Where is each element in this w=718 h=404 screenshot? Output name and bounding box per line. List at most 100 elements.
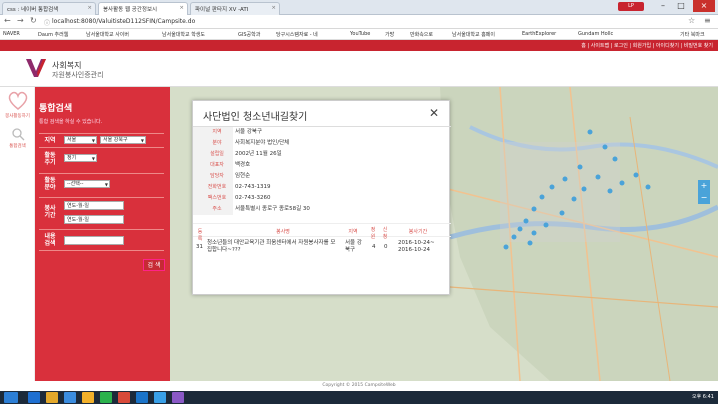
tab-volunteer-gis[interactable]: 봉사활동 웹 공간정보시 × xyxy=(98,2,188,15)
bookmark-item[interactable]: 남서울대학교 학생도 xyxy=(162,31,205,38)
bookmark-item[interactable]: NAVER xyxy=(3,31,20,37)
info-key: 설립일 xyxy=(210,151,224,157)
bookmark-item[interactable]: GIS공학과 xyxy=(238,31,260,38)
bookmark-item[interactable]: Gundam Hollc xyxy=(578,31,613,37)
date-end-input[interactable]: 연도-월-일 xyxy=(64,215,124,224)
bookmark-item[interactable]: 만화속으로 xyxy=(410,31,433,38)
forward-icon[interactable]: → xyxy=(17,16,24,25)
info-row-phone: 전화번호 02-743-1319 xyxy=(193,182,451,193)
close-tab-icon[interactable]: × xyxy=(271,5,276,11)
menu-icon[interactable]: ≡ xyxy=(704,16,711,25)
back-icon[interactable]: ← xyxy=(4,16,11,25)
info-row-fax: 팩스번호 02-743-3260 xyxy=(193,193,451,204)
taskbar-app-icon[interactable] xyxy=(154,392,166,403)
info-row-representative: 대표자 백경호 xyxy=(193,160,451,171)
site-logo[interactable] xyxy=(25,57,47,79)
taskbar-app-icon[interactable] xyxy=(64,392,76,403)
info-value: 2002년 11월 26일 xyxy=(235,151,282,157)
content-label: 내용 검색 xyxy=(44,233,56,247)
tab-label: 파이널 판타지 XV -ATI xyxy=(195,7,249,13)
tab-label: 봉사활동 웹 공간정보시 xyxy=(103,7,158,13)
info-key: 대표자 xyxy=(210,162,224,168)
tab-naver-search[interactable]: css : 네이버 통합검색 × xyxy=(2,2,96,15)
bookmark-item[interactable]: 기타 북마크 xyxy=(680,31,705,38)
rail-item-volunteer[interactable]: 봉사활동하기 xyxy=(2,91,33,119)
row-region: 서울 강북구 xyxy=(345,240,362,253)
bookmark-item[interactable]: YouTube xyxy=(350,31,370,37)
chevron-down-icon: ▼ xyxy=(140,138,144,143)
cycle-select[interactable]: 정기 ▼ xyxy=(64,154,97,162)
info-row-address: 주소 서울특별시 종로구 종로58길 30 xyxy=(193,204,451,215)
address-bar: ← → ↻ ⓘ localhost:8080/ValuitisteD112SFI… xyxy=(0,15,718,29)
field-label: 활동 분야 xyxy=(44,177,56,191)
windows-start-icon[interactable] xyxy=(4,392,18,403)
minimize-icon[interactable]: – xyxy=(654,0,672,12)
content-search-input[interactable] xyxy=(64,236,124,245)
info-value: 사회복지분야 법인/단체 xyxy=(235,140,290,146)
select-value: --선택-- xyxy=(67,181,84,187)
url-input[interactable]: localhost:8080/ValuitisteD112SFIN/Campsi… xyxy=(52,17,612,27)
map-zoom-control[interactable]: + − xyxy=(698,180,710,204)
region-district-select[interactable]: 서울 강북구 ▼ xyxy=(100,136,146,144)
site-footer: Copyright © 2015 CampsiteWeb xyxy=(0,381,718,391)
taskbar-clock[interactable]: 오후 6:41 xyxy=(692,393,714,400)
page-info-icon[interactable]: ⓘ xyxy=(44,18,50,27)
close-tab-icon[interactable]: × xyxy=(87,5,92,11)
taskbar-app-icon[interactable] xyxy=(28,392,40,403)
profile-badge[interactable]: LP xyxy=(618,2,644,11)
taskbar-app-icon[interactable] xyxy=(46,392,58,403)
chevron-down-icon: ▼ xyxy=(91,156,95,161)
bookmark-item[interactable]: Daum 추러웹 xyxy=(38,31,68,38)
select-value: 서울 강북구 xyxy=(103,137,128,143)
browser-titlebar: css : 네이버 통합검색 × 봉사활동 웹 공간정보시 × 파이널 판타지 … xyxy=(0,0,718,15)
close-tab-icon[interactable]: × xyxy=(179,5,184,11)
select-value: 서울 xyxy=(67,137,77,143)
site-header: 사회복지 자원봉사인증관리 xyxy=(0,51,718,87)
date-start-input[interactable]: 연도-월-일 xyxy=(64,201,124,210)
col-header: 봉사기간 xyxy=(408,229,428,235)
info-row-field: 분야 사회복지분야 법인/단체 xyxy=(193,138,451,149)
bookmarks-bar: NAVER Daum 추러웹 남서울대학교 사이버 남서울대학교 학생도 GIS… xyxy=(0,29,718,40)
bookmark-item[interactable]: EarthExplorer xyxy=(522,31,556,37)
region-city-select[interactable]: 서울 ▼ xyxy=(64,136,97,144)
info-value: 02-743-1319 xyxy=(235,184,271,190)
heart-icon xyxy=(8,91,27,110)
search-panel: 통합검색 통합 검색을 하실 수 있습니다. 지역 서울 ▼ 서울 강북구 ▼ 활동… xyxy=(35,87,170,381)
row-capacity: 4 xyxy=(372,244,376,250)
close-icon[interactable]: ✕ xyxy=(429,106,439,120)
table-row[interactable]: 31 청소년들의 대안교육기관 희움센터에서 자원봉사자를 모집합니다~??? … xyxy=(193,238,451,260)
row-number: 31 xyxy=(196,244,203,250)
reload-icon[interactable]: ↻ xyxy=(30,16,37,25)
taskbar-app-icon[interactable] xyxy=(136,392,148,403)
tab-final-fantasy[interactable]: 파이널 판타지 XV -ATI × xyxy=(190,2,280,15)
close-window-icon[interactable]: × xyxy=(693,0,715,12)
row-activity-name[interactable]: 청소년들의 대안교육기관 희움센터에서 자원봉사자를 모집합니다~??? xyxy=(207,240,337,254)
bookmark-item[interactable]: 가방 xyxy=(385,31,394,38)
modal-title: 사단법인 청소년내길찾기 xyxy=(203,112,308,123)
taskbar-app-icon[interactable] xyxy=(118,392,130,403)
rail-item-label: 통합검색 xyxy=(9,144,26,149)
maximize-icon[interactable]: □ xyxy=(672,0,690,12)
taskbar-app-icon[interactable] xyxy=(172,392,184,403)
search-button[interactable]: 검 색 xyxy=(143,259,165,271)
form-row-content: 내용 검색 xyxy=(39,229,164,251)
info-row-contact-person: 담당자 임현순 xyxy=(193,171,451,182)
bookmark-item[interactable]: 당구시스템자료 - 네 xyxy=(276,31,318,38)
info-key: 주소 xyxy=(212,206,222,212)
form-row-field: 활동 분야 --선택-- ▼ xyxy=(39,173,164,195)
info-key: 담당자 xyxy=(210,173,224,179)
info-value: 서울특별시 종로구 종로58길 30 xyxy=(235,206,310,212)
rail-item-label: 봉사활동하기 xyxy=(5,114,30,119)
taskbar-app-icon[interactable] xyxy=(82,392,94,403)
taskbar-app-icon[interactable] xyxy=(100,392,112,403)
site-top-bar: 홈 | 사이트맵 | 로그인 | 회원가입 | 아이디찾기 | 비밀번호 찾기 xyxy=(0,40,718,51)
field-select[interactable]: --선택-- ▼ xyxy=(64,180,110,188)
info-value: 02-743-3260 xyxy=(235,195,271,201)
top-links[interactable]: 홈 | 사이트맵 | 로그인 | 회원가입 | 아이디찾기 | 비밀번호 찾기 xyxy=(581,42,713,49)
rail-item-search[interactable]: 통합검색 xyxy=(2,127,33,149)
bookmark-item[interactable]: 남서울대학교 홈페이 xyxy=(452,31,495,38)
activity-table-header: 등록 봉사명 지역 정원 신청 봉사기간 xyxy=(193,223,451,242)
bookmark-star-icon[interactable]: ☆ xyxy=(688,16,695,25)
info-key: 전화번호 xyxy=(207,184,227,190)
bookmark-item[interactable]: 남서울대학교 사이버 xyxy=(86,31,129,38)
